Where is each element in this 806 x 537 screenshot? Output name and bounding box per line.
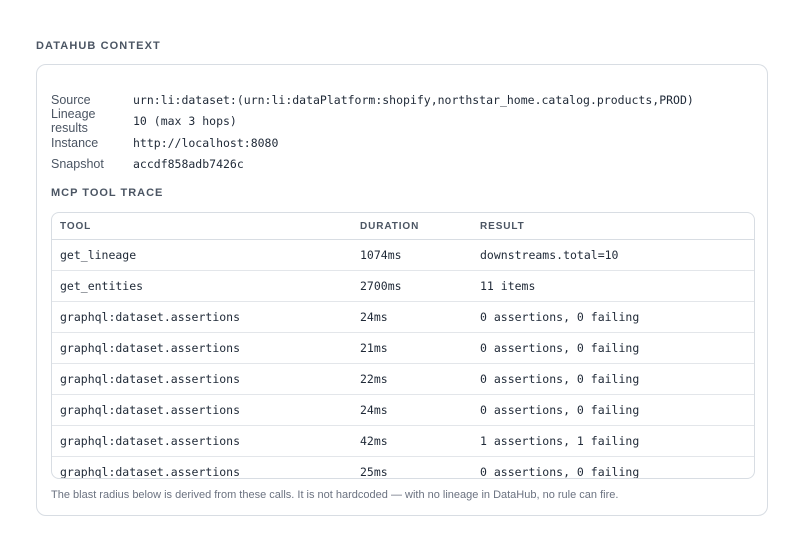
meta-row-instance: Instance http://localhost:8080	[51, 134, 278, 152]
duration-cell: 22ms	[360, 372, 388, 386]
duration-cell: 24ms	[360, 310, 388, 324]
meta-label: Lineage results	[51, 107, 96, 135]
datahub-context-card: Source urn:li:dataset:(urn:li:dataPlatfo…	[36, 64, 768, 516]
section-title: DATAHUB CONTEXT	[36, 40, 161, 52]
result-cell: 1 assertions, 1 failing	[480, 434, 640, 448]
duration-cell: 2700ms	[360, 279, 402, 293]
column-header-duration: DURATION	[360, 220, 420, 232]
footnote: The blast radius below is derived from t…	[51, 489, 619, 501]
meta-row-lineage-results: Lineage results 10 (max 3 hops)	[51, 107, 237, 135]
table-header: TOOL DURATION RESULT	[52, 213, 754, 240]
table-row: graphql:dataset.assertions 21ms 0 assert…	[52, 332, 754, 363]
duration-cell: 25ms	[360, 465, 388, 479]
tool-cell: graphql:dataset.assertions	[60, 403, 241, 417]
result-cell: 0 assertions, 0 failing	[480, 372, 640, 386]
tool-cell: graphql:dataset.assertions	[60, 310, 241, 324]
meta-value: http://localhost:8080	[133, 136, 279, 150]
tool-cell: graphql:dataset.assertions	[60, 465, 241, 479]
meta-value: 10 (max 3 hops)	[133, 114, 237, 128]
trace-title: MCP TOOL TRACE	[51, 187, 164, 199]
result-cell: 0 assertions, 0 failing	[480, 403, 640, 417]
table-row: graphql:dataset.assertions 24ms 0 assert…	[52, 394, 754, 425]
result-cell: 11 items	[480, 279, 536, 293]
tool-trace-table: TOOL DURATION RESULT get_lineage 1074ms …	[51, 212, 755, 479]
table-row: graphql:dataset.assertions 24ms 0 assert…	[52, 301, 754, 332]
meta-value: urn:li:dataset:(urn:li:dataPlatform:shop…	[133, 93, 694, 107]
result-cell: 0 assertions, 0 failing	[480, 310, 640, 324]
duration-cell: 42ms	[360, 434, 388, 448]
meta-row-snapshot: Snapshot accdf858adb7426c	[51, 155, 244, 173]
table-body: get_lineage 1074ms downstreams.total=10 …	[52, 240, 754, 479]
tool-cell: graphql:dataset.assertions	[60, 372, 241, 386]
table-row: get_entities 2700ms 11 items	[52, 270, 754, 301]
duration-cell: 1074ms	[360, 248, 402, 262]
table-row: graphql:dataset.assertions 25ms 0 assert…	[52, 456, 754, 479]
table-row: graphql:dataset.assertions 42ms 1 assert…	[52, 425, 754, 456]
duration-cell: 21ms	[360, 341, 388, 355]
column-header-tool: TOOL	[60, 220, 92, 232]
result-cell: 0 assertions, 0 failing	[480, 341, 640, 355]
table-row: graphql:dataset.assertions 22ms 0 assert…	[52, 363, 754, 394]
column-header-result: RESULT	[480, 220, 525, 232]
meta-value: accdf858adb7426c	[133, 157, 244, 171]
tool-cell: get_entities	[60, 279, 144, 293]
meta-label: Source	[51, 93, 91, 107]
tool-cell: graphql:dataset.assertions	[60, 341, 241, 355]
meta-row-source: Source urn:li:dataset:(urn:li:dataPlatfo…	[51, 91, 694, 109]
tool-cell: get_lineage	[60, 248, 137, 262]
duration-cell: 24ms	[360, 403, 388, 417]
meta-label: Instance	[51, 136, 99, 150]
meta-label: Snapshot	[51, 157, 104, 171]
table-row: get_lineage 1074ms downstreams.total=10	[52, 240, 754, 270]
tool-cell: graphql:dataset.assertions	[60, 434, 241, 448]
result-cell: downstreams.total=10	[480, 248, 619, 262]
result-cell: 0 assertions, 0 failing	[480, 465, 640, 479]
